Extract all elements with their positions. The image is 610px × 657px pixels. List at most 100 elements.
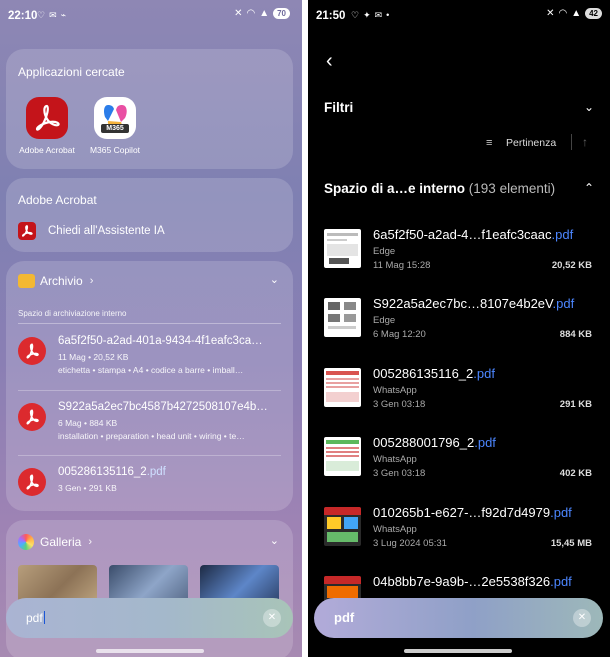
section-title: Spazio di a…e interno [324,181,466,196]
file-meta: 11 Mag • 20,52 KB [58,352,129,362]
chevron-down-icon[interactable]: ⌄ [584,100,594,114]
more-notifications-icon: • [386,10,390,20]
notification-icons: ♡ ✦ ✉ • [351,10,389,21]
sort-by-relevance-button[interactable]: Pertinenza [506,137,556,149]
battery-icon: 42 [585,8,602,19]
file-name-text: S922a5a2ec7bc4587b4272508107e4b… [58,401,268,413]
file-extension: .pdf [551,227,574,242]
heart-notification-icon: ♡ [351,10,360,20]
file-meta: 6 Mag • 884 KB [58,418,118,428]
app-tile-adobe-acrobat[interactable]: Adobe Acrobat [12,97,82,155]
file-name-text: 005286135116_2 [373,366,474,381]
search-bar[interactable]: pdf ✕ [314,598,603,638]
archive-title: Archivio [40,274,83,288]
adobe-acrobat-icon [26,97,68,139]
file-item[interactable]: S922a5a2ec7bc…8107e4b2eV.pdf Edge 6 Mag … [324,296,604,358]
pdf-file-icon [18,337,46,365]
file-meta: 3 Gen • 291 KB [58,483,117,493]
file-name-text: 6a5f2f50-a2ad-401a-9434-4f1eafc3ca… [58,335,263,347]
ask-ai-assistant-label: Chiedi all'Assistente IA [48,225,165,237]
file-thumbnail [324,368,361,407]
file-date: 6 Mag 12:20 [373,329,426,340]
file-source: Edge [373,246,396,257]
file-name-text: S922a5a2ec7bc…8107e4b2eV [373,296,553,311]
sort-direction-icon[interactable]: ↑ [582,135,588,149]
file-item[interactable]: 005288001796_2.pdf WhatsApp 3 Gen 03:18 … [324,435,604,497]
back-arrow-icon[interactable]: ‹ [326,50,333,73]
file-size: 20,52 KB [551,260,592,271]
home-indicator[interactable] [96,649,204,653]
search-input[interactable]: pdf [26,611,45,625]
file-name-text: 005286135116_2 [58,466,147,478]
file-item[interactable]: 6a5f2f50-a2ad-401a-9434-4f1eafc3ca… 11 M… [18,335,283,395]
file-extension: .pdf [550,505,572,520]
archive-header[interactable]: Archivio › [18,274,93,288]
clear-search-icon[interactable]: ✕ [573,609,591,627]
storage-label: Spazio di archiviazione interno [18,309,127,318]
app-label: Adobe Acrobat [19,145,75,155]
adobe-acrobat-small-icon [18,222,36,240]
cast-notification-icon: ⌁ [60,10,67,20]
file-item[interactable]: 010265b1-e627-…f92d7d4979.pdf WhatsApp 3… [324,505,604,567]
file-item[interactable]: 005286135116_2.pdf WhatsApp 3 Gen 03:18 … [324,366,604,428]
ask-ai-assistant-action[interactable]: Chiedi all'Assistente IA [18,222,165,240]
signal-icon: ▲ [259,8,270,19]
chevron-right-icon: › [89,275,94,287]
signal-icon: ▲ [571,8,582,19]
wifi-icon: ◠ [246,8,256,19]
system-icons: ✕ ◠ ▲ 42 [546,8,602,19]
file-name-text: 6a5f2f50-a2ad-4…f1eafc3caac [373,227,552,242]
home-indicator[interactable] [404,649,512,653]
file-name: 005286135116_2.pdf [373,366,495,381]
app-notification-icon: ✦ [363,10,371,20]
gallery-icon [18,534,34,550]
storage-section-header[interactable]: Spazio di a…e interno (193 elementi) [324,181,555,196]
mail-notification-icon: ✉ [374,10,383,20]
chevron-right-icon: › [88,536,93,548]
file-name: 6a5f2f50-a2ad-4…f1eafc3caac.pdf [373,227,573,242]
filters-toggle[interactable]: Filtri [324,100,353,115]
acrobat-card-title: Adobe Acrobat [18,193,97,207]
file-thumbnail [324,437,361,476]
search-input[interactable]: pdf [334,610,354,625]
heart-notification-icon: ♡ [37,10,46,20]
file-item[interactable]: 005286135116_2.pdf 3 Gen • 291 KB [18,466,283,506]
file-name: 04b8bb7e-9a9b-…2e5538f326.pdf [373,574,572,589]
file-name: 010265b1-e627-…f92d7d4979.pdf [373,505,572,520]
chevron-up-icon[interactable]: ⌃ [584,181,594,195]
file-name: S922a5a2ec7bc4587b4272508107e4b… [58,401,283,413]
mute-icon: ✕ [234,8,243,19]
file-item[interactable]: S922a5a2ec7bc4587b4272508107e4b… 6 Mag •… [18,401,283,461]
file-name: S922a5a2ec7bc…8107e4b2eV.pdf [373,296,574,311]
app-tile-m365-copilot[interactable]: M365 M365 Copilot [80,97,150,155]
file-extension: .pdf [550,574,572,589]
pdf-file-icon [18,403,46,431]
searched-apps-card: Applicazioni cercate Adobe Acrobat M365 … [6,49,293,169]
file-extension: .pdf [552,296,575,311]
m365-copilot-icon: M365 [94,97,136,139]
divider [18,323,281,324]
status-bar: 21:50 ♡ ✦ ✉ • ✕ ◠ ▲ 42 [308,0,610,34]
mute-icon: ✕ [546,8,555,19]
file-item[interactable]: 6a5f2f50-a2ad-4…f1eafc3caac.pdf Edge 11 … [324,227,604,289]
file-date: 3 Gen 03:18 [373,399,426,410]
file-date: 3 Gen 03:18 [373,468,426,479]
chevron-down-icon[interactable]: ⌄ [270,273,279,286]
wifi-icon: ◠ [558,8,568,19]
file-thumbnail [324,298,361,337]
file-extension: .pdf [146,466,166,478]
folder-icon [18,274,35,288]
file-tags: etichetta • stampa • A4 • codice a barre… [58,365,244,375]
status-bar: 22:10 ♡ ✉ ⌁ ✕ ◠ ▲ 70 [0,0,302,34]
gallery-header[interactable]: Galleria › [18,534,92,550]
gallery-title: Galleria [40,535,82,549]
search-bar[interactable]: pdf ✕ [6,598,293,638]
file-name: 005286135116_2.pdf [58,466,283,478]
chevron-down-icon[interactable]: ⌄ [270,534,279,547]
system-icons: ✕ ◠ ▲ 70 [234,8,290,19]
clear-search-icon[interactable]: ✕ [263,609,281,627]
file-extension: .pdf [473,366,495,381]
battery-icon: 70 [273,8,290,19]
right-phone-screen: 21:50 ♡ ✦ ✉ • ✕ ◠ ▲ 42 ‹ Filtri ⌄ ≡ Pert… [308,0,610,657]
sort-icon[interactable]: ≡ [486,137,492,149]
